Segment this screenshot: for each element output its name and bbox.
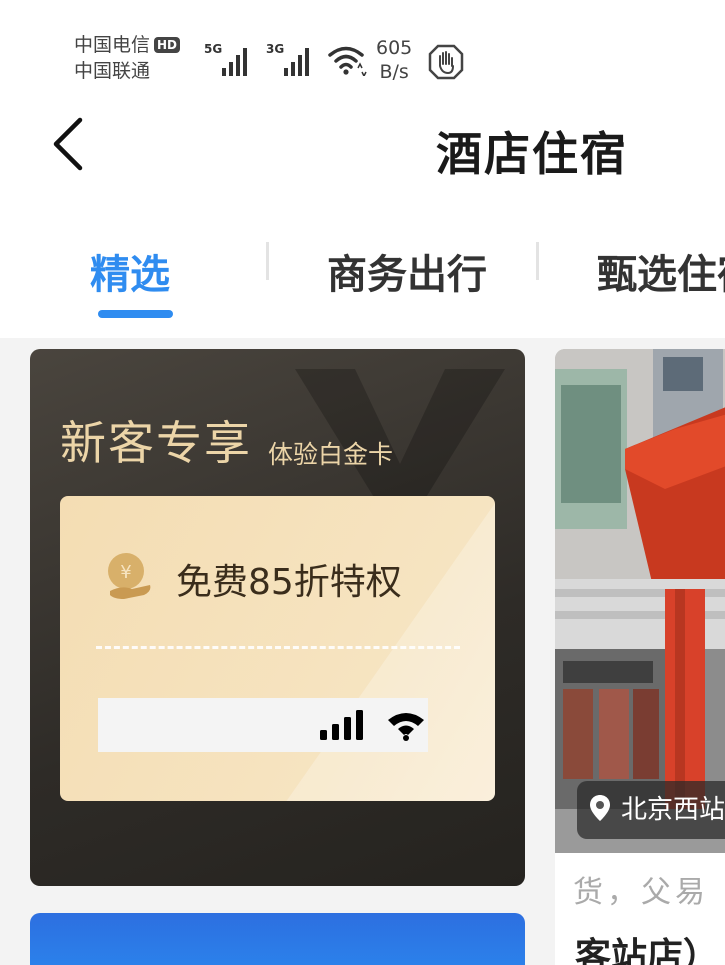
tab-divider xyxy=(536,242,539,280)
hotel-description: 货，父易 xyxy=(573,875,709,910)
carrier-info: 中国电信 HD 中国联通 xyxy=(74,32,181,84)
signal-overlay-bar xyxy=(98,698,428,752)
hand-shield-icon xyxy=(428,44,464,84)
location-text: 北京西站 xyxy=(621,795,725,825)
yen-coin-hand-icon: ¥ xyxy=(108,553,151,599)
carrier-2: 中国联通 xyxy=(74,60,151,82)
hd-badge: HD xyxy=(154,37,181,53)
location-pin-icon xyxy=(590,795,610,821)
status-bar: 中国电信 HD 中国联通 5G 3G 605 B/s xyxy=(0,0,725,100)
svg-text:¥: ¥ xyxy=(120,562,131,583)
tab-bar: 精选 商务出行 甄选住宿 xyxy=(0,228,725,338)
tab-indicator xyxy=(98,310,173,318)
tab-divider xyxy=(266,242,269,280)
chevron-left-icon xyxy=(53,117,83,171)
signal-bars-icon xyxy=(320,710,363,740)
tab-selected-stays[interactable]: 甄选住宿 xyxy=(597,242,725,300)
signal-5g-icon: 5G xyxy=(204,42,256,82)
network-speed: 605 B/s xyxy=(376,37,413,83)
hotel-photo xyxy=(555,349,725,853)
benefit-card: ¥ 免费85折特权 xyxy=(60,496,495,801)
benefit-text: 免费85折特权 xyxy=(176,562,402,603)
v-watermark-icon xyxy=(295,369,505,499)
location-badge: 北京西站 xyxy=(577,781,725,839)
tab-business-travel[interactable]: 商务出行 xyxy=(327,242,487,300)
content-area: 新客专享 体验白金卡 ¥ 免费85折特权 北京西站 货，父易 客站店） xyxy=(0,338,725,965)
new-customer-promo-card[interactable]: 新客专享 体验白金卡 ¥ 免费85折特权 xyxy=(30,349,525,886)
wifi-icon xyxy=(388,713,424,741)
promo-subtitle: 体验白金卡 xyxy=(268,440,394,469)
dashed-divider xyxy=(96,646,460,649)
promo-title: 新客专享 xyxy=(60,416,252,470)
page-title: 酒店住宿 xyxy=(436,127,628,181)
wifi-icon xyxy=(328,44,368,80)
carrier-1: 中国电信 xyxy=(74,34,151,56)
signal-3g-icon: 3G xyxy=(266,42,318,82)
blue-promo-card[interactable] xyxy=(30,913,525,965)
hotel-name: 客站店） xyxy=(575,936,720,965)
hotel-card[interactable]: 北京西站 货，父易 客站店） xyxy=(555,349,725,965)
tab-featured[interactable]: 精选 xyxy=(90,242,170,300)
back-button[interactable] xyxy=(50,116,90,172)
